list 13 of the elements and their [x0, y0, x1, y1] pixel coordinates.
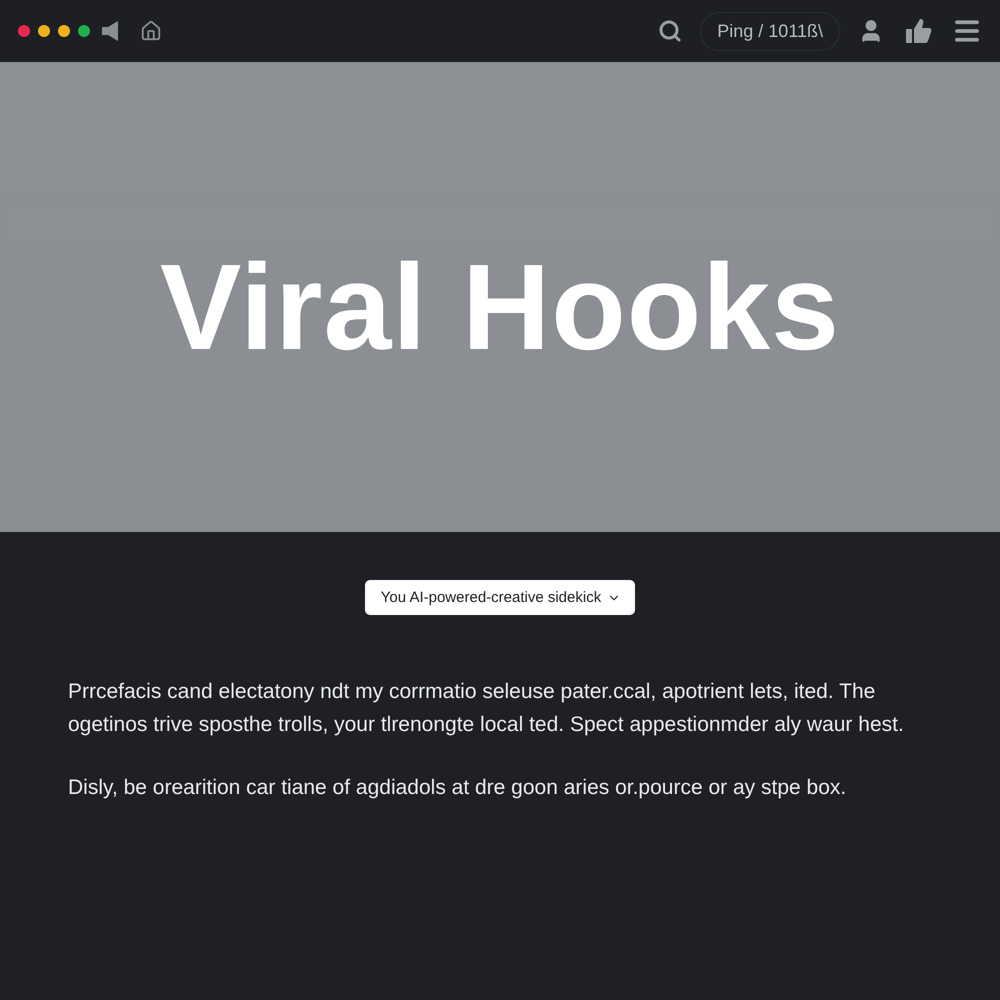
- tagline-dropdown[interactable]: You AI-powered-creative sidekick: [364, 580, 636, 615]
- window-dot[interactable]: [78, 25, 90, 37]
- window-dot[interactable]: [38, 25, 50, 37]
- window-dot[interactable]: [18, 25, 30, 37]
- speaker-icon[interactable]: [102, 21, 118, 41]
- home-icon[interactable]: [140, 20, 162, 42]
- hero-title: Viral Hooks: [160, 238, 840, 377]
- paragraph: Disly, be orearition car tiane of agdiadols at dre goon aries or.pource or ay stpe box.: [68, 775, 848, 801]
- thumbs-up-icon[interactable]: [904, 17, 932, 45]
- ping-indicator: Ping / 1011ß\: [700, 12, 840, 50]
- search-icon[interactable]: [658, 19, 682, 43]
- window-dot[interactable]: [58, 25, 70, 37]
- paragraph: Prrcefacis cand electatony ndt my corrmatio seleuse pater.ccal, apotrient lets, ited. The ogetinos trive sposthe trolls, your tlrenongte local ted. Spect appestionmder aly waur hest.: [68, 679, 905, 738]
